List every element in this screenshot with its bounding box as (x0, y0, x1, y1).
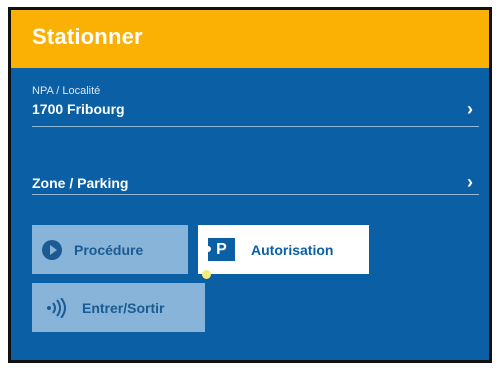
autorisation-button[interactable]: P Autorisation (198, 225, 369, 274)
chevron-right-icon: › (467, 172, 473, 192)
nfc-icon (47, 297, 66, 318)
npa-value: 1700 Fribourg (32, 101, 125, 117)
header-bar: Stationner (11, 10, 489, 68)
procedure-button[interactable]: Procédure (32, 225, 188, 274)
zone-parking-field[interactable]: Zone / Parking › (32, 168, 479, 195)
npa-label: NPA / Localité (32, 85, 101, 97)
procedure-label: Procédure (74, 241, 144, 258)
npa-locality-field[interactable]: NPA / Localité 1700 Fribourg › (32, 85, 479, 127)
app-window: Stationner NPA / Localité 1700 Fribourg … (8, 7, 492, 363)
entrer-sortir-button[interactable]: Entrer/Sortir (32, 283, 205, 332)
play-circle-icon (42, 239, 62, 260)
entrer-sortir-label: Entrer/Sortir (82, 299, 165, 316)
page-title: Stationner (32, 24, 143, 49)
zone-value: Zone / Parking (32, 175, 129, 191)
focus-indicator-dot (202, 270, 211, 279)
parking-ticket-icon: P (205, 238, 235, 261)
chevron-right-icon: › (467, 99, 473, 119)
autorisation-label: Autorisation (251, 241, 334, 258)
